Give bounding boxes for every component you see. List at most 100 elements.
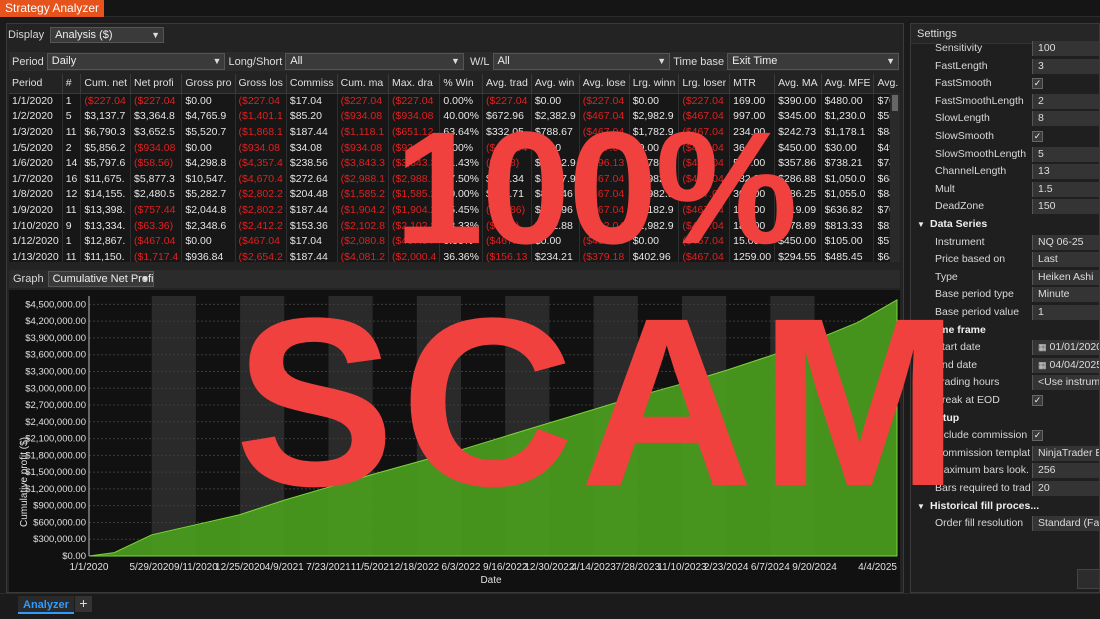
setting-row[interactable]: Order fill resolution Standard (Faste (911, 515, 1099, 532)
table-row[interactable]: 1/2/2020 5 $3,137.7 $3,364.8 $4,765.9 ($1,401… (9, 108, 900, 125)
grid-scrollbar[interactable] (890, 93, 900, 262)
wl-select[interactable]: All ▼ (492, 53, 671, 70)
column-header[interactable]: Lrg. winn (629, 74, 680, 94)
calendar-icon[interactable]: ▦ (1038, 358, 1047, 373)
table-row[interactable]: 1/6/2020 14 $5,797.6 ($58.56) $4,298.8 ($4,35… (9, 155, 900, 171)
setting-value[interactable]: 8 (1032, 111, 1099, 127)
setting-value[interactable]: <Use instrumen (1032, 375, 1099, 391)
column-header[interactable]: Gross los (235, 74, 287, 94)
setting-row[interactable]: Price based on Last (911, 251, 1099, 268)
setting-row[interactable]: Base period value 1 (911, 304, 1099, 321)
column-header[interactable]: Avg. lose (579, 74, 630, 94)
setting-row[interactable]: Trading hours <Use instrumen (911, 374, 1099, 391)
column-header[interactable]: # (62, 74, 82, 94)
setting-checkbox[interactable]: ✓ (1032, 78, 1043, 90)
column-header[interactable]: Period (9, 74, 63, 94)
longshort-select[interactable]: All ▼ (285, 53, 464, 70)
setting-checkbox[interactable]: ✓ (1032, 131, 1043, 142)
setting-row[interactable]: Maximum bars look... 256 (911, 462, 1099, 479)
column-header[interactable]: Avg. MFE (821, 74, 875, 94)
setting-row[interactable]: SlowSmoothLength 5 (911, 146, 1099, 163)
settings-section-data_series[interactable]: ▼ Data Series (911, 216, 1099, 233)
display-select[interactable]: Analysis ($) ▼ (50, 27, 165, 43)
setting-value[interactable]: 1.5 (1032, 181, 1099, 197)
column-header[interactable]: Cum. net (80, 74, 132, 94)
setting-value[interactable]: 20 (1032, 481, 1099, 496)
tab-analyzer[interactable]: Analyzer (18, 596, 74, 614)
column-header[interactable]: Max. dra (388, 74, 441, 94)
setting-value[interactable]: ▦ 04/04/2025 (1032, 357, 1099, 373)
settings-section-time_frame[interactable]: ▼ Time frame (911, 322, 1099, 339)
timebase-select[interactable]: Exit Time ▼ (727, 53, 899, 70)
table-row[interactable]: 1/10/2020 9 $13,334. ($63.36) $2,348.6 ($2,41… (9, 217, 900, 234)
table-row[interactable]: 1/8/2020 12 $14,155. $2,480.5 $5,282.7 ($2,80… (9, 186, 900, 203)
setting-value[interactable]: Standard (Faste (1032, 516, 1099, 532)
setting-checkbox[interactable]: ✓ (1032, 395, 1043, 406)
setting-row[interactable]: Type Heiken Ashi (911, 269, 1099, 286)
table-row[interactable]: 1/7/2020 16 $11,675. $5,877.3 $10,547. ($4,67… (9, 170, 900, 187)
column-header[interactable]: Cum. ma (337, 74, 390, 94)
setting-value[interactable]: Heiken Ashi (1032, 269, 1099, 285)
settings-section-setup[interactable]: ▼ Setup (911, 410, 1099, 427)
column-header[interactable]: Avg. MA (774, 74, 822, 94)
setting-value[interactable]: 256 (1032, 463, 1099, 479)
setting-checkbox[interactable]: ✓ (1032, 430, 1043, 442)
collapse-icon[interactable]: ▼ (917, 216, 930, 233)
table-row[interactable]: 1/9/2020 11 $13,398. ($757.44 $2,044.8 ($2,80… (9, 202, 900, 218)
column-header[interactable]: Commiss (286, 74, 338, 94)
collapse-icon[interactable]: ▼ (917, 498, 930, 515)
setting-value[interactable]: NinjaTrader Bro (1032, 445, 1099, 461)
setting-value[interactable]: ▦ 01/01/2020 (1032, 340, 1099, 356)
setting-row[interactable]: FastSmooth ✓ (911, 75, 1099, 92)
table-row[interactable]: 1/5/2020 2 $5,856.2 ($934.08 $0.00 ($934.08 $3… (9, 139, 900, 156)
graph-select[interactable]: Cumulative Net Profit ▼ (47, 271, 154, 287)
grid-scroll-thumb[interactable] (892, 95, 898, 111)
settings-button[interactable] (1077, 569, 1099, 589)
collapse-icon[interactable]: ▼ (917, 322, 930, 339)
setting-value[interactable]: 150 (1032, 199, 1099, 215)
setting-row[interactable]: Commission template NinjaTrader Bro (911, 445, 1099, 462)
column-header[interactable]: MTR (729, 74, 776, 94)
setting-row[interactable]: FastSmoothLength 2 (911, 93, 1099, 110)
table-row[interactable]: 1/12/2020 1 $12,867. ($467.04 $0.00 ($467.04 $… (9, 233, 900, 249)
column-header[interactable]: Net profi (130, 74, 183, 94)
setting-row[interactable]: Include commission ✓ (911, 427, 1099, 444)
setting-value[interactable]: 5 (1032, 146, 1099, 162)
setting-value[interactable]: 1 (1032, 305, 1099, 320)
setting-value[interactable]: Minute (1032, 287, 1099, 303)
table-cell: $5,797.6 (80, 155, 132, 171)
setting-row[interactable]: Break at EOD ✓ (911, 392, 1099, 409)
add-tab-button[interactable]: + (75, 596, 92, 612)
setting-value[interactable]: 2 (1032, 93, 1099, 109)
table-row[interactable]: 1/13/2020 11 $11,150. ($1,717.4 $936.84 ($2,6… (9, 248, 900, 262)
period-select[interactable]: Daily ▼ (46, 53, 226, 70)
table-row[interactable]: 1/1/2020 1 ($227.04 ($227.04 $0.00 ($227.04 $1… (9, 93, 900, 109)
setting-row[interactable]: SlowSmooth ✓ (911, 128, 1099, 145)
column-header[interactable]: Avg. win (531, 74, 580, 94)
column-header[interactable]: % Win (439, 74, 483, 94)
column-header[interactable]: Gross pro (181, 74, 236, 94)
setting-row[interactable]: DeadZone 150 (911, 198, 1099, 215)
settings-section-hist_fill[interactable]: ▼ Historical fill proces... (911, 498, 1099, 515)
setting-value[interactable]: 13 (1032, 164, 1099, 180)
setting-value[interactable]: 3 (1032, 58, 1099, 74)
table-row[interactable]: 1/3/2020 11 $6,790.3 $3,652.5 $5,520.7 ($1,86… (9, 124, 900, 140)
column-header[interactable]: Avg. trad (482, 74, 532, 94)
setting-row[interactable]: Bars required to trade 20 (911, 480, 1099, 497)
setting-row[interactable]: Mult 1.5 (911, 181, 1099, 198)
column-header[interactable]: Lrg. loser (678, 74, 731, 94)
setting-row[interactable]: Instrument NQ 06-25 (911, 234, 1099, 251)
setting-value[interactable]: Last (1032, 252, 1099, 268)
setting-row[interactable]: ChannelLength 13 (911, 163, 1099, 180)
setting-row[interactable]: Sensitivity 100 (911, 40, 1099, 57)
setting-value[interactable]: 100 (1032, 41, 1099, 56)
setting-row[interactable]: Base period type Minute (911, 286, 1099, 303)
collapse-icon[interactable]: ▼ (917, 410, 930, 427)
setting-row[interactable]: FastLength 3 (911, 58, 1099, 75)
setting-row[interactable]: SlowLength 8 (911, 110, 1099, 127)
setting-value[interactable]: NQ 06-25 (1032, 234, 1099, 250)
setting-row[interactable]: Start date ▦ 01/01/2020 (911, 339, 1099, 356)
setting-row[interactable]: End date ▦ 04/04/2025 (911, 357, 1099, 374)
column-header[interactable]: Avg. ETD (873, 74, 900, 94)
calendar-icon[interactable]: ▦ (1038, 340, 1047, 355)
